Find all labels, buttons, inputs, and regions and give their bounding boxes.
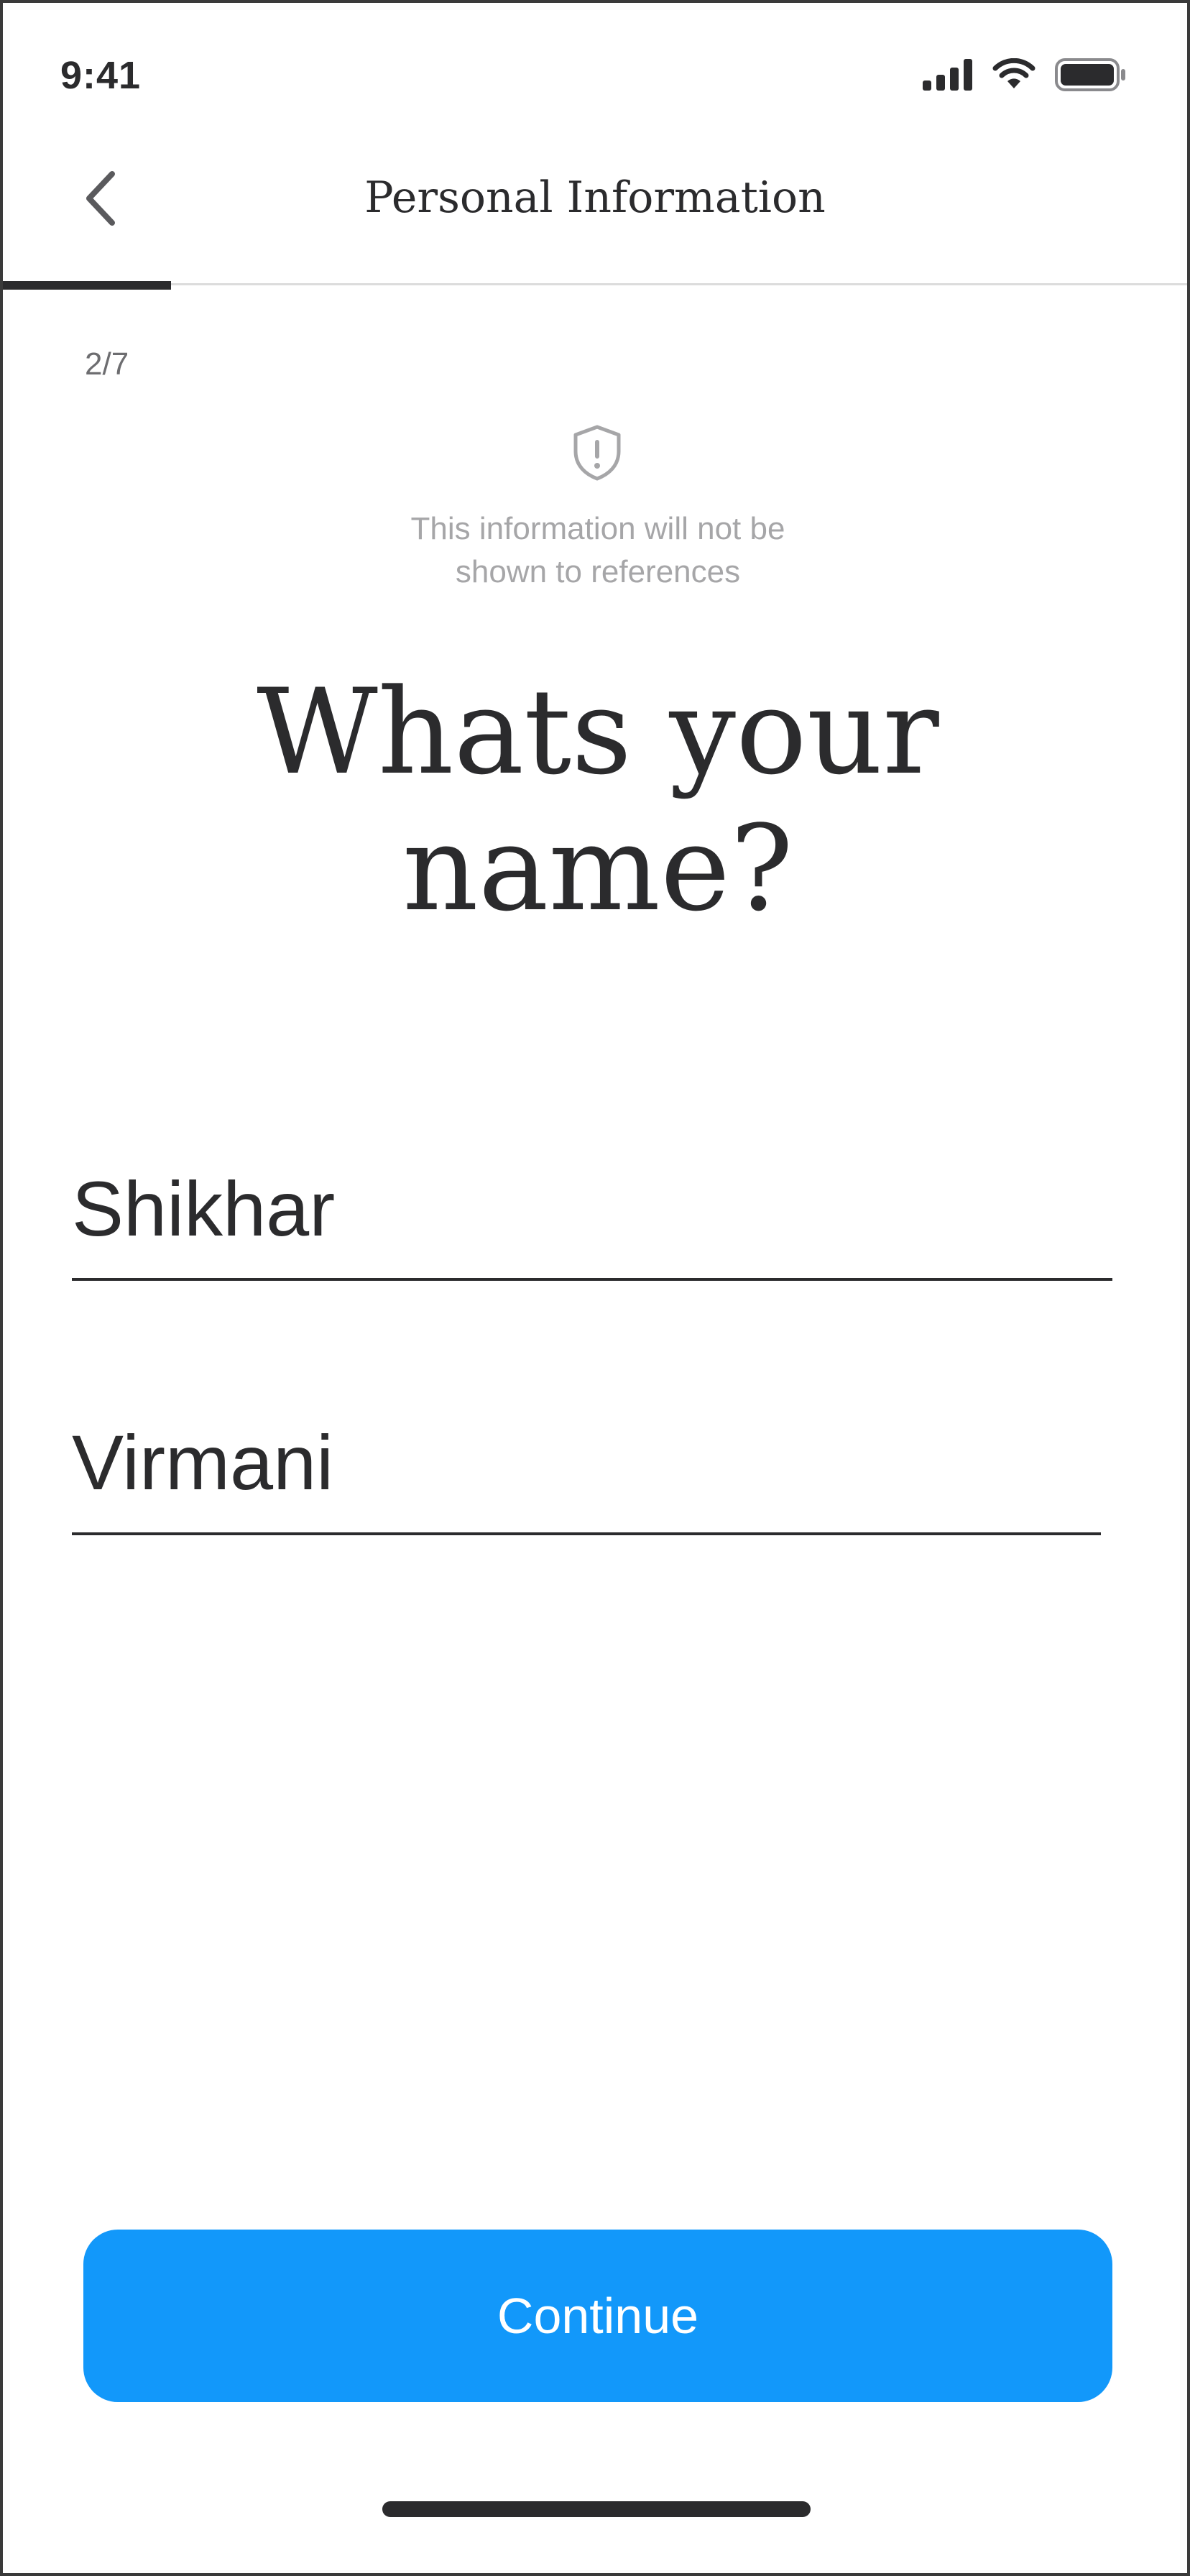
status-icons <box>923 53 1127 96</box>
page-title: Personal Information <box>364 172 826 223</box>
shield-alert-icon <box>573 425 621 481</box>
home-indicator <box>382 2501 811 2517</box>
last-name-input[interactable] <box>72 1392 1101 1535</box>
wifi-icon <box>992 58 1036 88</box>
privacy-note-line-1: This information will not be <box>410 511 785 546</box>
privacy-note-line-2: shown to references <box>455 554 741 589</box>
question-heading: Whats your name? <box>167 664 1029 937</box>
step-counter: 2/7 <box>85 346 129 382</box>
phone-screen: 9:41 Personal Information 2/7 This infor… <box>0 0 1190 2576</box>
continue-button[interactable]: Continue <box>83 2230 1112 2402</box>
progress-bar-fill <box>3 281 172 290</box>
status-time: 9:41 <box>60 54 142 97</box>
cellular-signal-icon <box>923 59 972 91</box>
first-name-input[interactable] <box>72 1138 1112 1281</box>
battery-icon <box>1055 58 1125 91</box>
privacy-note: This information will not be shown to re… <box>310 507 885 594</box>
header-divider <box>3 283 1187 285</box>
question-line-2: name? <box>402 800 793 937</box>
question-line-1: Whats your <box>257 663 939 801</box>
